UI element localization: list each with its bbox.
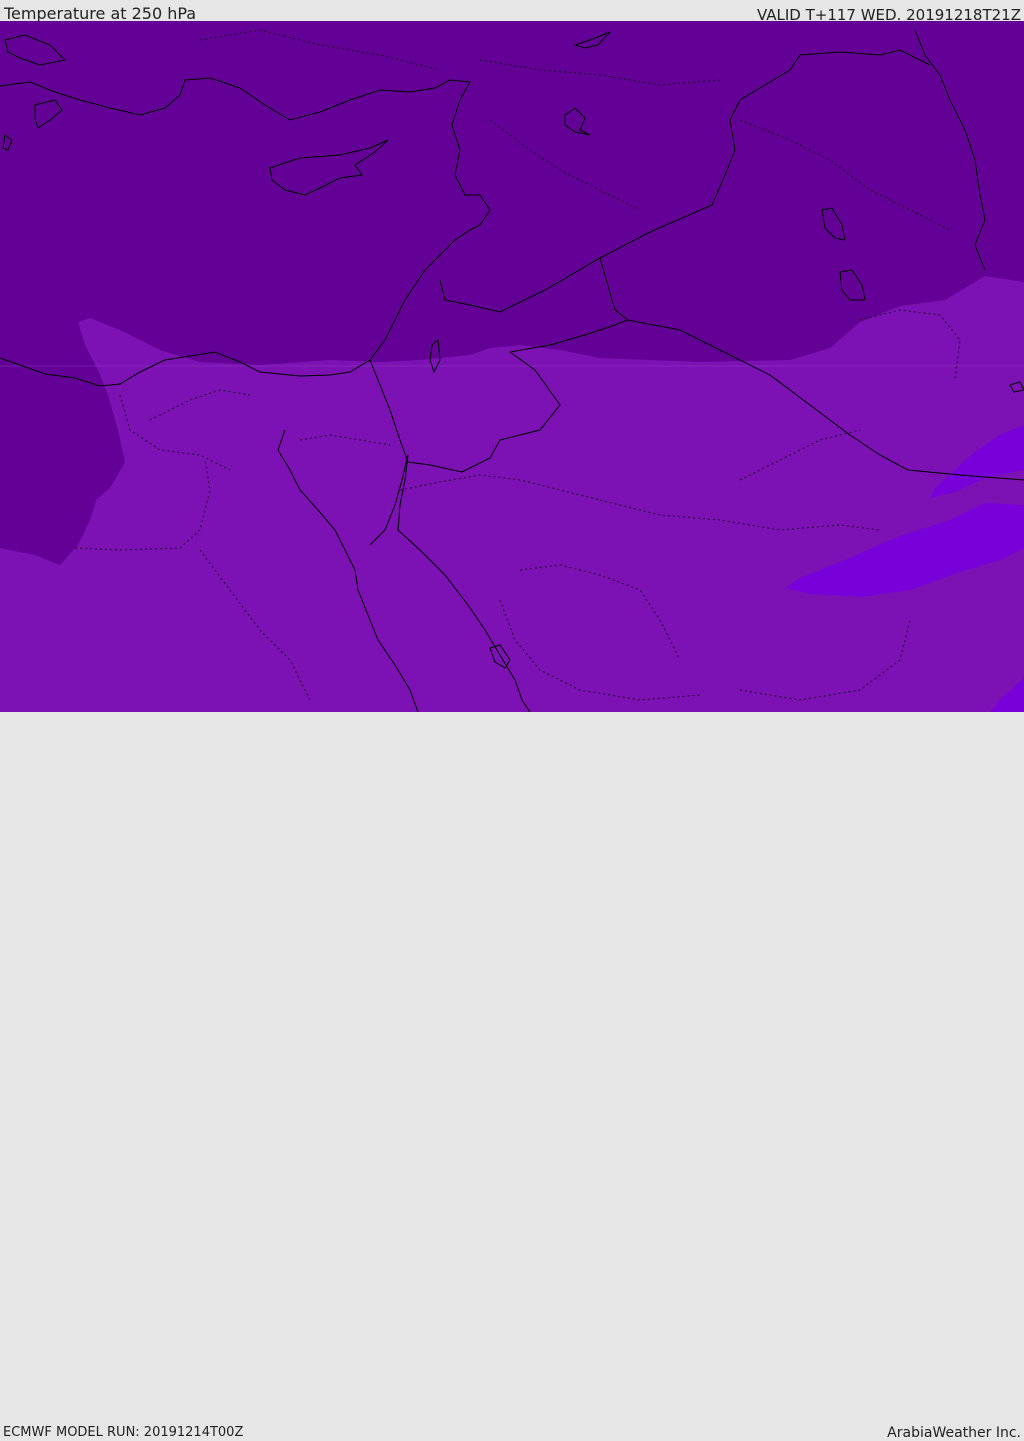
model-run-label: ECMWF MODEL RUN: 20191214T00Z	[3, 1425, 244, 1440]
footer-bar: ECMWF MODEL RUN: 20191214T00Z ArabiaWeat…	[0, 712, 1024, 1441]
credit-label: ArabiaWeather Inc.	[887, 1425, 1021, 1441]
header-bar: Temperature at 250 hPa VALID T+117 WED. …	[0, 0, 1024, 24]
temperature-map	[0, 21, 1024, 712]
